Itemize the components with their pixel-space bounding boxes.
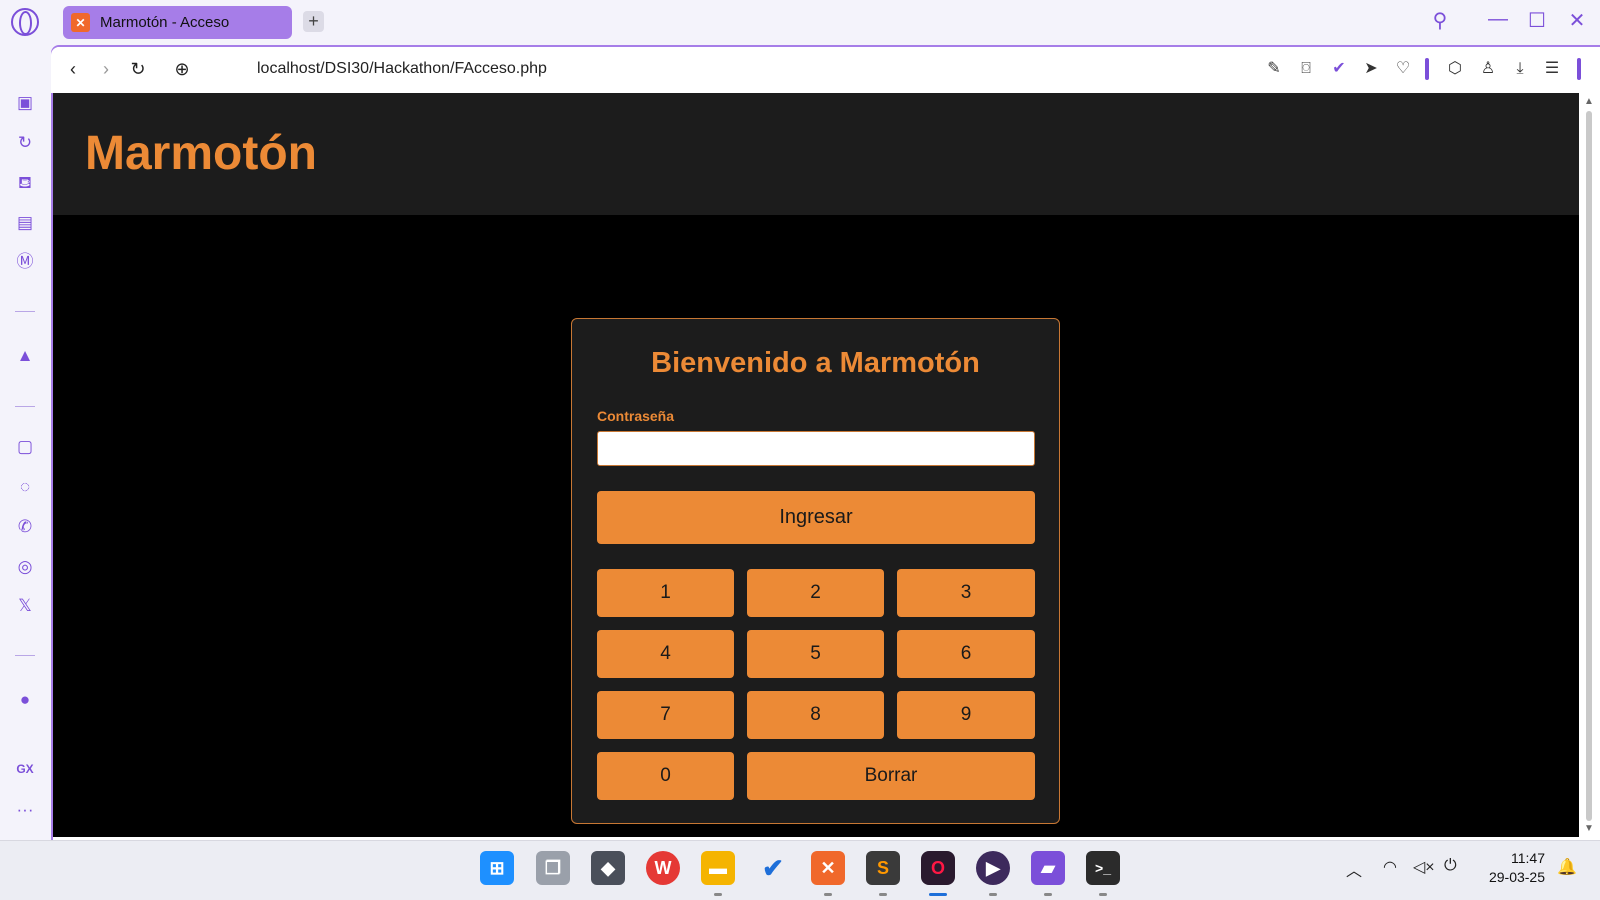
keypad-4-button[interactable]: 4 [597, 630, 734, 678]
whatsapp-icon[interactable]: ✆ [13, 515, 37, 539]
scroll-down-icon[interactable]: ▼ [1584, 823, 1594, 834]
system-clock[interactable]: 11:47 29-03-25 [1489, 849, 1545, 887]
browser-sidebar: ▣ ↻ ⛾ ▤ Ⓜ ▲ ▢ ◌ ✆ ◎ 𝕏 ● GX ··· [0, 45, 51, 840]
wps-office-icon[interactable]: W [646, 851, 680, 885]
password-field[interactable] [597, 431, 1035, 466]
site-title: Marmotón [85, 127, 317, 180]
toolbar-divider [1425, 58, 1429, 80]
todo-icon[interactable]: ✔ [756, 851, 790, 885]
back-icon[interactable]: ‹ [61, 57, 85, 81]
opera-menu-icon[interactable] [11, 8, 39, 36]
opera-gx-icon[interactable]: O [921, 851, 955, 885]
url-field[interactable]: localhost/DSI30/Hackathon/FAcceso.php [257, 60, 547, 78]
search-icon[interactable]: ⚲ [1428, 8, 1452, 33]
scroll-up-icon[interactable]: ▲ [1584, 96, 1594, 107]
speed-dial-icon[interactable]: ↻ [13, 131, 37, 155]
instagram-icon[interactable]: ◎ [13, 555, 37, 579]
wifi-icon[interactable]: ◠ [1383, 857, 1397, 877]
minimize-icon[interactable]: — [1486, 8, 1510, 31]
gx-label[interactable]: GX [13, 757, 37, 781]
forward-icon[interactable]: › [94, 57, 118, 81]
new-tab-button[interactable]: + [303, 11, 324, 32]
keypad-2-button[interactable]: 2 [747, 569, 884, 617]
camera-icon[interactable]: ⌼ [1294, 57, 1318, 81]
easy-setup-icon[interactable]: ☰ [1540, 57, 1564, 81]
snapshot-edit-icon[interactable]: ✎ [1262, 57, 1286, 81]
x-icon[interactable]: 𝕏 [13, 594, 37, 618]
twitch-icon[interactable]: ▢ [13, 435, 37, 459]
hot-tabs-icon[interactable]: ▤ [13, 211, 37, 235]
keypad-9-button[interactable]: 9 [897, 691, 1035, 739]
windows-taskbar: ⊞ ❐ ◆ W ▬ ✔ ✕ S O ▶ ▰ >_ ︿ ◠ ◁× ⏻ 11:47 … [0, 840, 1600, 900]
clipchamp-icon[interactable]: ▰ [1031, 851, 1065, 885]
keypad-6-button[interactable]: 6 [897, 630, 1035, 678]
xampp-icon[interactable]: ✕ [811, 851, 845, 885]
password-label: Contraseña [597, 408, 675, 424]
keypad-3-button[interactable]: 3 [897, 569, 1035, 617]
chevron-up-icon[interactable]: ︿ [1346, 857, 1362, 881]
page-scrollbar[interactable]: ▲ ▼ [1579, 93, 1600, 837]
welcome-heading: Bienvenido a Marmotón [651, 347, 980, 379]
file-explorer-icon[interactable]: ▬ [701, 851, 735, 885]
keypad-7-button[interactable]: 7 [597, 691, 734, 739]
unity-icon[interactable]: ◆ [591, 851, 625, 885]
music-icon[interactable]: Ⓜ [13, 250, 37, 274]
notification-icon[interactable]: 🔔 [1557, 857, 1577, 877]
site-header: Marmotón [53, 93, 1579, 215]
keypad-0-button[interactable]: 0 [597, 752, 734, 800]
taskbar-running-indicator [989, 893, 997, 896]
site-info-icon[interactable]: ⊕ [170, 57, 194, 81]
task-view-icon[interactable]: ❐ [536, 851, 570, 885]
download-icon[interactable]: ⤓ [1508, 57, 1532, 81]
tab-marmoton[interactable]: ✕ Marmotón - Acceso [63, 6, 292, 39]
messenger-icon[interactable]: ◌ [13, 475, 37, 499]
keypad-5-button[interactable]: 5 [747, 630, 884, 678]
box-icon[interactable]: ⬡ [1443, 57, 1467, 81]
browser-titlebar: ✕ Marmotón - Acceso + ⚲ — ☐ ✕ [0, 0, 1600, 45]
clock-date: 29-03-25 [1488, 869, 1545, 885]
media-player-icon[interactable]: ▶ [976, 851, 1010, 885]
keypad-1-button[interactable]: 1 [597, 569, 734, 617]
login-card: Bienvenido a Marmotón Contraseña Ingresa… [571, 318, 1060, 824]
taskbar-running-indicator [1044, 893, 1052, 896]
battery-icon[interactable]: ⏻ [1444, 857, 1457, 875]
sublime-text-icon[interactable]: S [866, 851, 900, 885]
aria-icon[interactable]: ▲ [13, 344, 37, 368]
more-icon[interactable]: ··· [13, 798, 37, 822]
address-bar: ‹ › ↻ ⊕ localhost/DSI30/Hackathon/FAcces… [51, 47, 1600, 93]
terminal-icon[interactable]: >_ [1086, 851, 1120, 885]
windows-start-icon[interactable]: ⊞ [480, 851, 514, 885]
clear-button[interactable]: Borrar [747, 752, 1035, 800]
profile-icon[interactable]: ♙ [1476, 57, 1500, 81]
sidebar-divider [15, 655, 35, 656]
heart-icon[interactable]: ♡ [1391, 57, 1415, 81]
taskbar-running-indicator [824, 893, 832, 896]
gx-corner-icon[interactable]: ▣ [13, 91, 37, 115]
sidebar-divider [15, 311, 35, 312]
taskbar-running-indicator [879, 893, 887, 896]
clock-time: 11:47 [1511, 850, 1545, 866]
maximize-icon[interactable]: ☐ [1525, 8, 1549, 33]
taskbar-running-indicator [714, 893, 722, 896]
reload-icon[interactable]: ↻ [126, 57, 150, 81]
send-icon[interactable]: ➤ [1359, 57, 1383, 81]
page-content: Marmotón Bienvenido a Marmotón Contraseñ… [53, 93, 1579, 837]
close-icon[interactable]: ✕ [1565, 8, 1589, 33]
taskbar-running-indicator [1099, 893, 1107, 896]
player-icon[interactable]: ● [13, 688, 37, 712]
mute-icon[interactable]: ◁× [1413, 857, 1435, 877]
toolbar-divider [1577, 58, 1581, 80]
vpn-icon[interactable]: ✔ [1327, 57, 1351, 81]
login-button[interactable]: Ingresar [597, 491, 1035, 544]
sidebar-divider [15, 406, 35, 407]
scroll-thumb[interactable] [1586, 111, 1592, 821]
xampp-favicon-icon: ✕ [71, 13, 90, 32]
bath-icon[interactable]: ⛾ [13, 171, 37, 195]
keypad-8-button[interactable]: 8 [747, 691, 884, 739]
taskbar-active-indicator [929, 893, 947, 896]
tab-title: Marmotón - Acceso [100, 14, 230, 31]
